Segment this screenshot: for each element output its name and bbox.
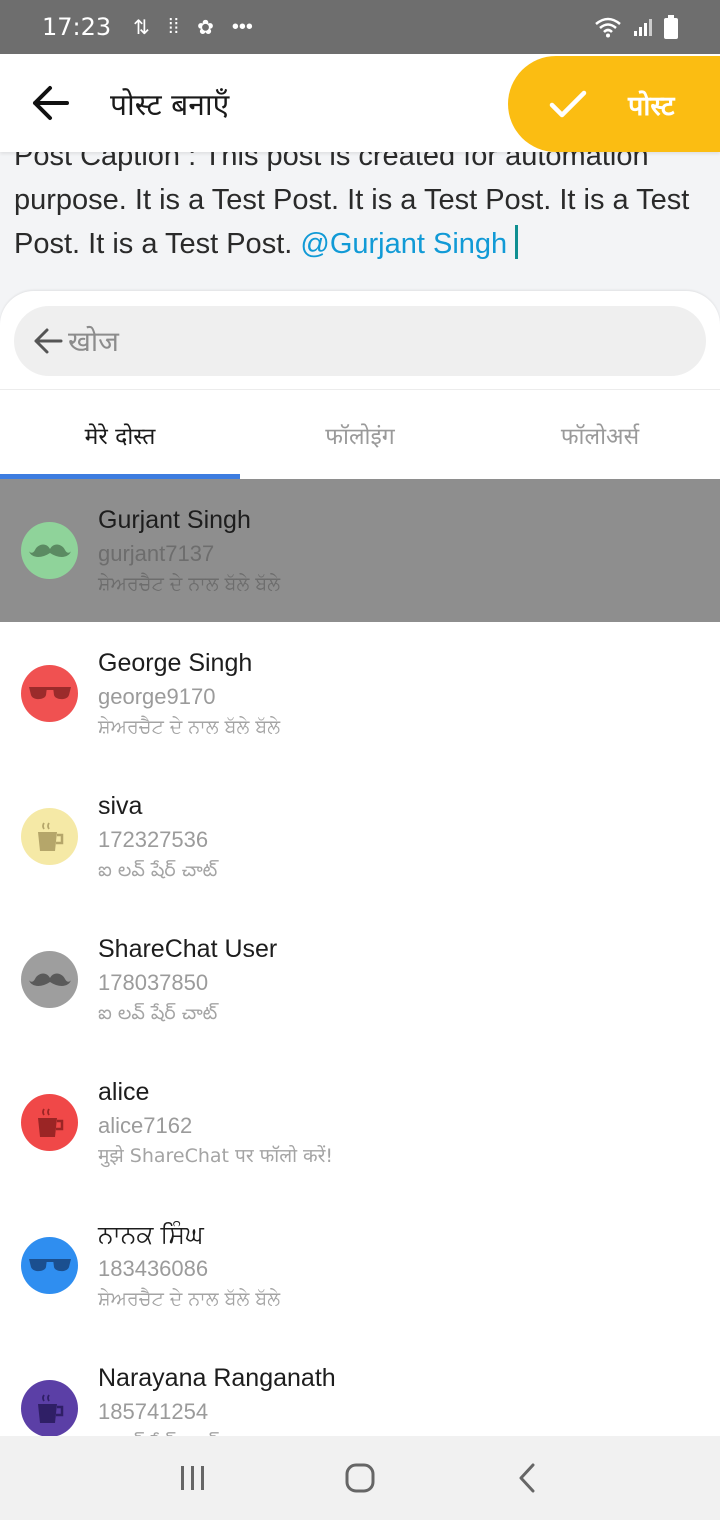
list-item[interactable]: George Singh george9170 ਸ਼ੇਅਰਚੈਟ ਦੇ ਨਾਲ … xyxy=(0,622,720,765)
caption-editor[interactable]: Post Caption : This post is created for … xyxy=(0,152,720,292)
avatar xyxy=(21,1380,78,1436)
arrow-left-icon[interactable] xyxy=(32,327,64,355)
page-title: पोस्ट बनाएँ xyxy=(110,87,230,123)
wifi-icon xyxy=(595,17,621,38)
home-icon xyxy=(345,1463,375,1493)
user-handle: 172327536 xyxy=(98,827,209,852)
user-handle: gurjant7137 xyxy=(98,541,215,566)
avatar xyxy=(21,665,78,722)
cup-icon xyxy=(37,822,63,851)
more-notifications-icon: ••• xyxy=(231,15,253,38)
dots-grid-icon: ⁞⁞ xyxy=(167,15,180,38)
user-bio: ఐ లవ్ షేర్ చాట్ xyxy=(98,1427,336,1436)
user-name: ਨਾਨਕ ਸਿੰਘ xyxy=(98,1221,204,1249)
arrow-left-icon xyxy=(33,86,69,120)
caption-text[interactable]: Post Caption : This post is created for … xyxy=(14,152,704,266)
user-handle: 178037850 xyxy=(98,970,209,995)
chevron-left-icon xyxy=(519,1463,535,1493)
sunglasses-icon xyxy=(28,686,71,699)
avatar xyxy=(21,1237,78,1294)
user-bio: ਸ਼ੇਅਰਚੈਟ ਦੇ ਨਾਲ ਬੱਲੇ ਬੱਲੇ xyxy=(98,1288,281,1310)
sunglasses-icon xyxy=(28,1258,71,1271)
user-name: alice xyxy=(98,1078,150,1106)
user-handle: george9170 xyxy=(98,684,216,709)
search-bar[interactable] xyxy=(14,306,706,376)
status-time: 17:23 xyxy=(42,13,112,41)
user-bio: ఐ లవ్ షేర్ చాట్ xyxy=(98,1002,218,1024)
user-handle: 183436086 xyxy=(98,1256,209,1281)
cup-icon xyxy=(37,1394,63,1423)
list-item[interactable]: Gurjant Singh gurjant7137 ਸ਼ੇਅਰਚੈਟ ਦੇ ਨਾ… xyxy=(0,479,720,622)
user-handle: alice7162 xyxy=(98,1113,193,1138)
search-input[interactable] xyxy=(68,324,648,358)
app-notification-icon: ✿ xyxy=(197,16,214,39)
app-bar: पोस्ट बनाएँ पोस्ट xyxy=(0,54,720,152)
battery-icon xyxy=(664,15,678,39)
status-bar: 17:23 ⇅ ⁞⁞ ✿ ••• xyxy=(0,0,720,54)
text-cursor xyxy=(515,225,519,259)
tab-my-friends[interactable]: मेरे दोस्त xyxy=(0,390,240,479)
user-name: Gurjant Singh xyxy=(98,506,251,534)
user-list: Gurjant Singh gurjant7137 ਸ਼ੇਅਰਚੈਟ ਦੇ ਨਾ… xyxy=(0,479,720,1436)
system-nav-bar xyxy=(0,1436,720,1520)
user-name: siva xyxy=(98,792,143,820)
list-item[interactable]: ShareChat User 178037850 ఐ లవ్ షేర్ చాట్ xyxy=(0,908,720,1051)
list-item[interactable]: alice alice7162 मुझे ShareChat पर फॉलो क… xyxy=(0,1051,720,1194)
mention-picker-sheet: मेरे दोस्त फॉलोइंग फॉलोअर्स Gurjant Sing… xyxy=(0,291,720,1436)
signal-icon xyxy=(634,19,652,36)
list-item[interactable]: ਨਾਨਕ ਸਿੰਘ 183436086 ਸ਼ੇਅਰਚੈਟ ਦੇ ਨਾਲ ਬੱਲੇ… xyxy=(0,1194,720,1337)
tab-following[interactable]: फॉलोइंग xyxy=(240,390,480,479)
tab-followers[interactable]: फॉलोअर्स xyxy=(480,390,720,479)
recent-apps-button[interactable] xyxy=(163,1448,223,1508)
status-notification-icons: ⇅ ⁞⁞ ✿ ••• xyxy=(133,15,253,40)
list-item[interactable]: siva 172327536 ఐ లవ్ షేర్ చాట్ xyxy=(0,765,720,908)
user-name: George Singh xyxy=(98,649,253,677)
cup-icon xyxy=(37,1108,63,1137)
home-button[interactable] xyxy=(330,1448,390,1508)
user-bio: ਸ਼ੇਅਰਚੈਟ ਦੇ ਨਾਲ ਬੱਲੇ ਬੱਲੇ xyxy=(98,716,281,738)
status-system-icons xyxy=(594,15,678,39)
mustache-icon xyxy=(28,973,71,986)
post-button[interactable]: पोस्ट xyxy=(508,56,720,152)
user-bio: मुझे ShareChat पर फॉलो करें! xyxy=(98,1145,334,1167)
avatar xyxy=(21,951,78,1008)
user-name: Narayana Ranganath xyxy=(98,1364,336,1392)
avatar xyxy=(21,1094,78,1151)
user-name: ShareChat User xyxy=(98,935,278,963)
user-bio: ఐ లవ్ షేర్ చాట్ xyxy=(98,859,218,881)
post-button-label: पोस्ट xyxy=(628,90,675,122)
user-bio: ਸ਼ੇਅਰਚੈਟ ਦੇ ਨਾਲ ਬੱਲੇ ਬੱਲੇ xyxy=(98,573,281,595)
friends-tabs: मेरे दोस्त फॉलोइंग फॉलोअर्स xyxy=(0,389,720,479)
caption-mention: @Gurjant Singh xyxy=(300,228,508,260)
avatar xyxy=(21,808,78,865)
system-back-button[interactable] xyxy=(497,1448,557,1508)
user-handle: 185741254 xyxy=(98,1399,209,1424)
back-button[interactable] xyxy=(0,54,100,152)
avatar xyxy=(21,522,78,579)
check-icon xyxy=(549,90,587,118)
list-item[interactable]: Narayana Ranganath 185741254 ఐ లవ్ షేర్ … xyxy=(0,1337,720,1436)
data-transfer-icon: ⇅ xyxy=(133,16,150,39)
mustache-icon xyxy=(28,544,71,557)
recent-apps-icon xyxy=(181,1466,205,1490)
